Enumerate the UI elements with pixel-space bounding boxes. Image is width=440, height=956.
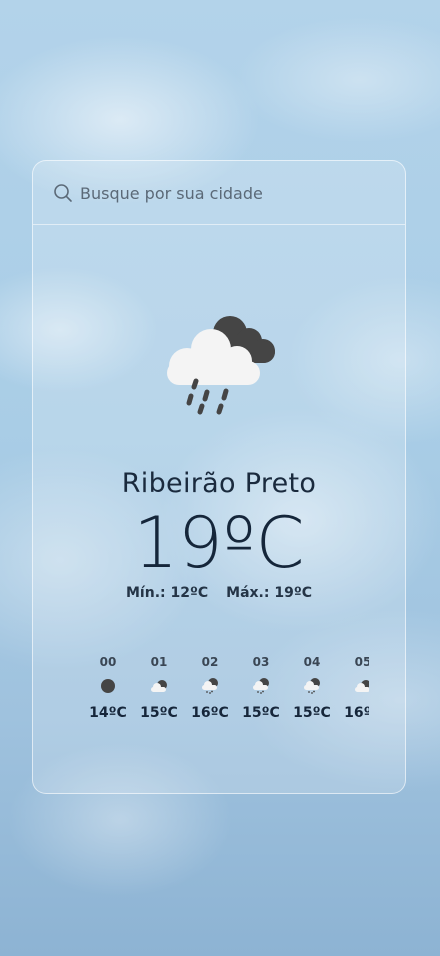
rain-night-icon [202,678,218,694]
current-temperature: 19ºC [133,502,305,584]
hourly-item: 01 15ºC [134,655,184,721]
rain-night-icon [253,678,269,694]
weather-card: Ribeirão Preto 19ºC Mín.: 12ºC Máx.: 19ºC… [32,160,406,794]
hourly-item: 04 15ºC [287,655,337,721]
hour-label: 00 [99,655,117,669]
cloudy-night-icon [151,680,167,692]
search-icon [54,184,72,202]
hourly-item: 02 16ºC [185,655,235,721]
min-temperature: Mín.: 12ºC [126,585,209,601]
hourly-item: 00 14ºC [83,655,133,721]
hour-label: 03 [252,655,270,669]
hour-temp: 14ºC [89,705,127,721]
hourly-forecast[interactable]: 00 14ºC 01 15ºC 02 16ºC 03 15ºC 04 15ºC … [83,655,369,735]
hour-temp: 15ºC [140,705,178,721]
search-input[interactable] [80,179,380,207]
moon-icon [101,679,115,693]
hour-temp: 16ºC [344,705,369,721]
hour-temp: 15ºC [242,705,280,721]
cloudy-night-icon [355,680,369,692]
hour-temp: 15ºC [293,705,331,721]
search-bar[interactable] [33,161,405,225]
hourly-item: 05 16ºC [338,655,369,721]
city-name: Ribeirão Preto [121,468,317,499]
hour-label: 01 [150,655,168,669]
hour-label: 02 [201,655,219,669]
hour-label: 05 [354,655,369,669]
max-temperature: Máx.: 19ºC [226,585,312,601]
hour-temp: 16ºC [191,705,229,721]
rain-night-icon [304,678,320,694]
min-max-temperature: Mín.: 12ºC Máx.: 19ºC [33,585,405,601]
cloud-rain-icon [167,316,275,415]
hour-label: 04 [303,655,321,669]
hourly-item: 03 15ºC [236,655,286,721]
